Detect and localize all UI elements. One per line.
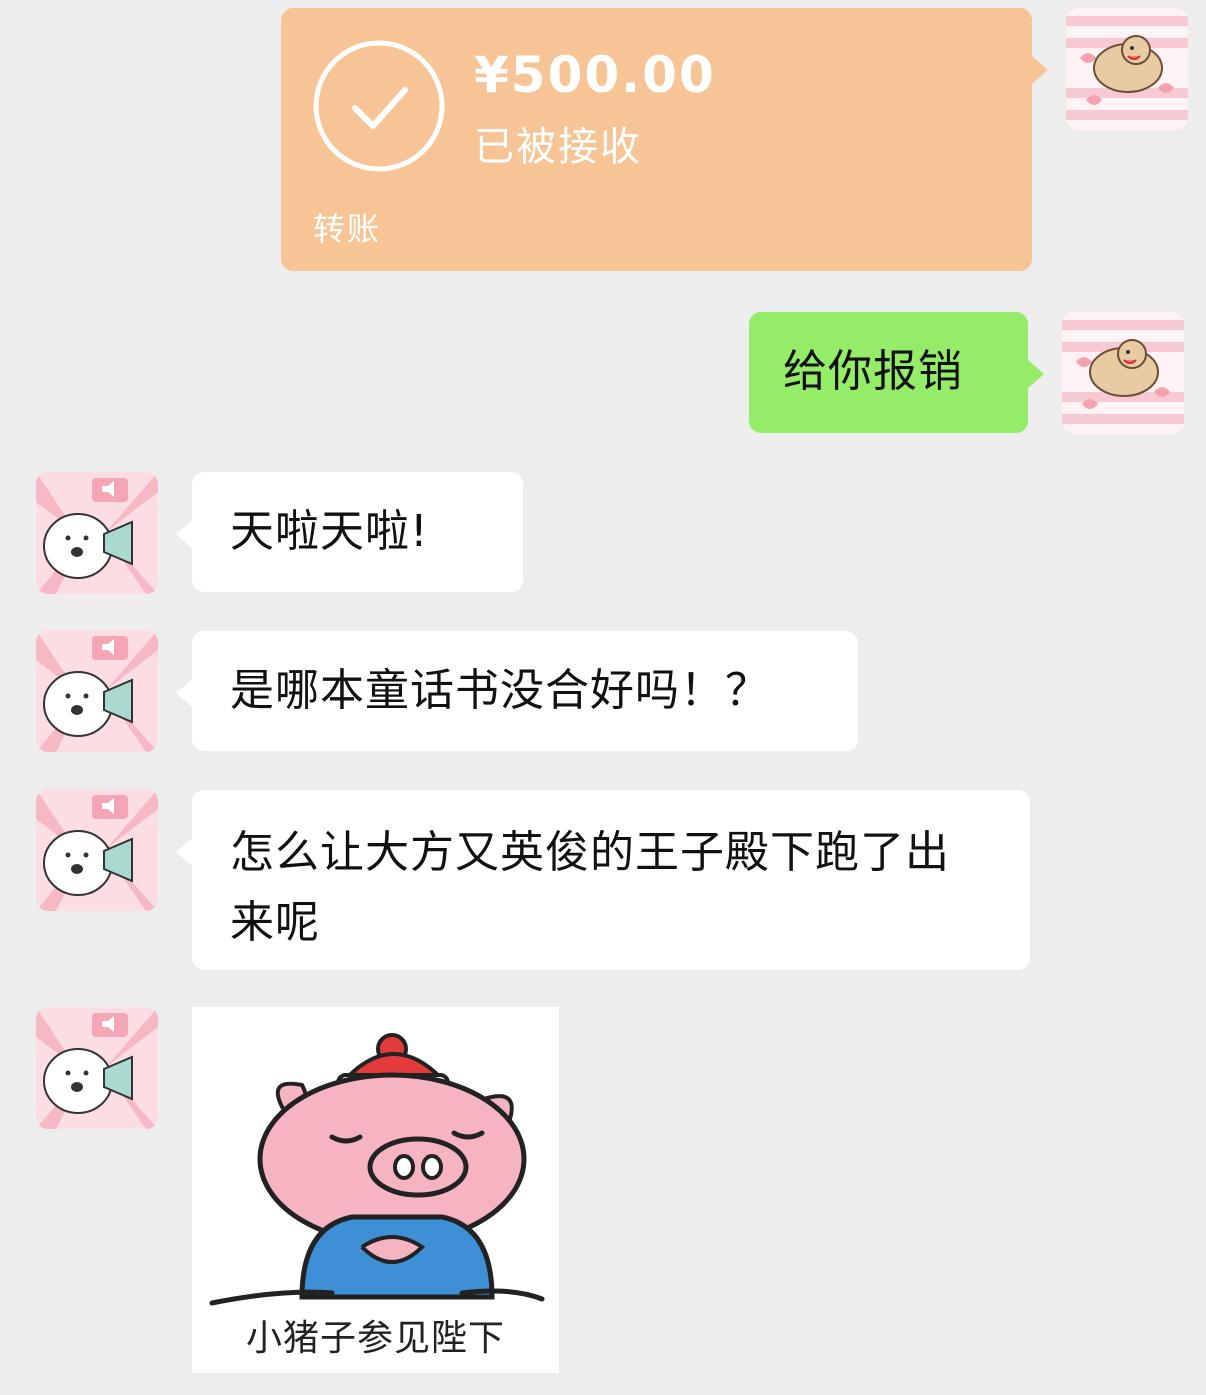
self-avatar[interactable] [1062, 312, 1184, 434]
bubble-tail [176, 520, 192, 548]
contact-avatar[interactable] [36, 789, 158, 911]
checkmark-circle-icon [313, 40, 445, 172]
self-avatar[interactable] [1066, 8, 1188, 130]
message-text: 是哪本童话书没合好吗！？ [230, 665, 770, 716]
incoming-message[interactable]: 是哪本童话书没合好吗！？ [176, 631, 858, 751]
message-text: 给你报销 [783, 346, 963, 397]
bubble-tail [176, 838, 192, 866]
incoming-message[interactable]: 天啦天啦! [176, 472, 523, 592]
contact-avatar[interactable] [36, 472, 158, 594]
incoming-message[interactable]: 怎么让大方又英俊的王子殿下跑了出来呢 [176, 790, 1030, 970]
transfer-label: 转账 [313, 210, 382, 248]
outgoing-message[interactable]: 给你报销 [749, 312, 1044, 433]
transfer-amount: ¥500.00 [474, 46, 716, 104]
contact-avatar[interactable] [36, 630, 158, 752]
message-text: 天啦天啦! [230, 506, 429, 557]
pig-sticker[interactable]: 小猪子参见陛下 [192, 1007, 559, 1373]
bubble-tail [176, 679, 192, 707]
sticker-caption: 小猪子参见陛下 [245, 1318, 505, 1359]
bubble-tail [1032, 56, 1048, 84]
transfer-status: 已被接收 [474, 124, 642, 170]
contact-avatar[interactable] [36, 1007, 158, 1129]
message-text: 怎么让大方又英俊的王子殿下跑了出来呢 [230, 827, 950, 948]
pig-icon [209, 1033, 545, 1306]
transfer-card[interactable]: ¥500.00 已被接收 转账 [281, 8, 1048, 271]
bubble-tail [1028, 360, 1044, 388]
